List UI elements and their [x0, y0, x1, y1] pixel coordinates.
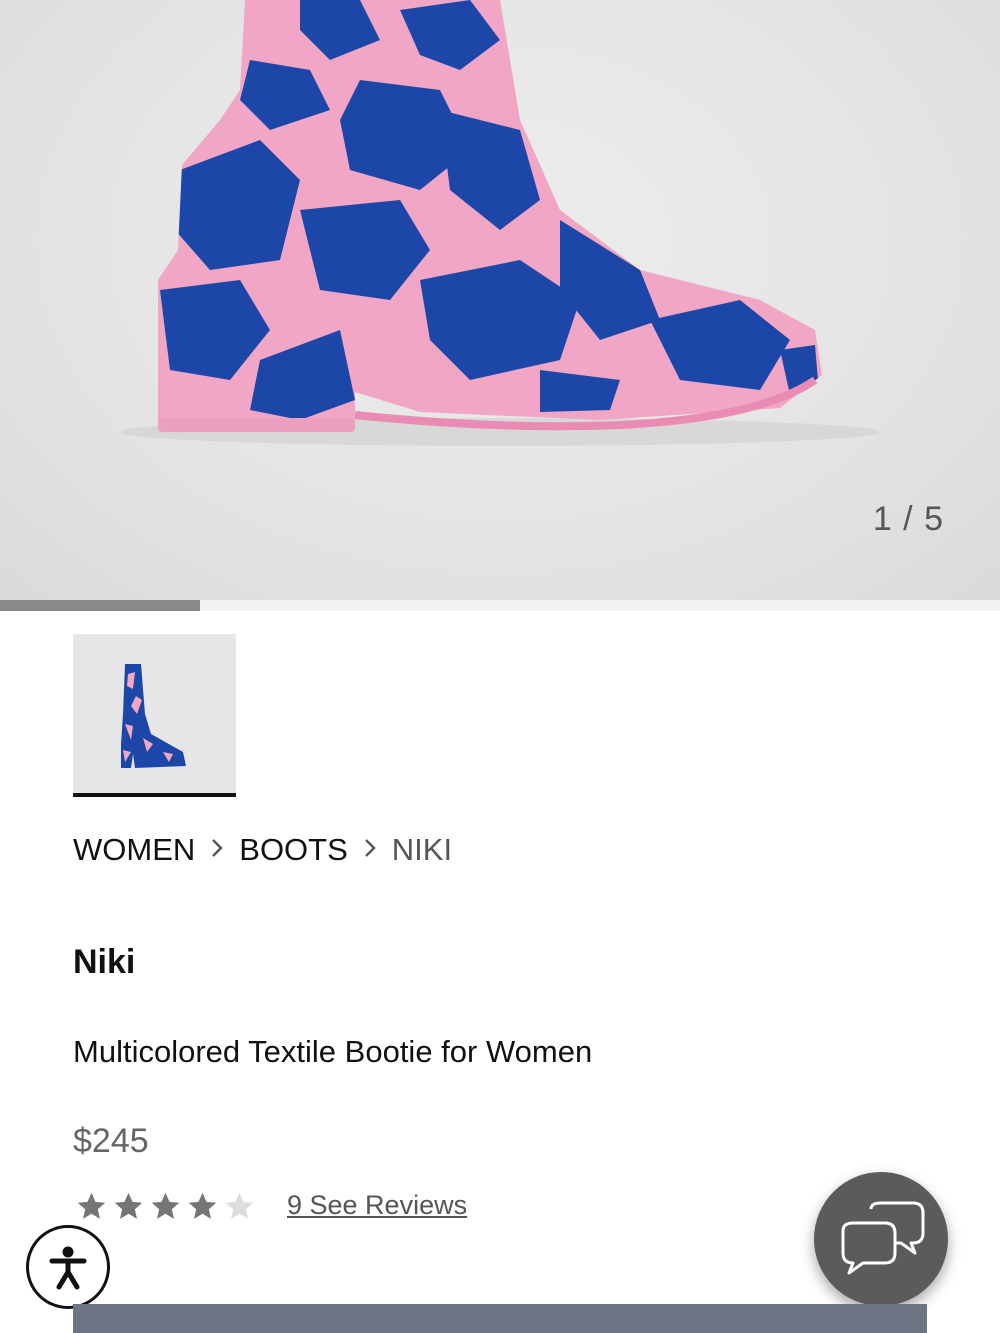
see-reviews-link[interactable]: 9 See Reviews	[287, 1190, 467, 1221]
rating-stars	[75, 1190, 256, 1223]
boot-image	[120, 0, 880, 446]
chevron-right-icon	[363, 835, 377, 866]
star-filled-icon	[151, 1192, 180, 1219]
star-filled-icon	[114, 1192, 143, 1219]
thumbnail-boot[interactable]	[73, 634, 236, 794]
chat-bubbles-icon	[841, 1201, 925, 1275]
breadcrumb-niki: NIKI	[391, 832, 453, 867]
chat-button[interactable]	[814, 1172, 948, 1306]
breadcrumb-women[interactable]: WOMEN	[73, 832, 195, 868]
product-price: $245	[73, 1122, 149, 1160]
star-filled-icon	[77, 1192, 106, 1219]
accessibility-icon	[49, 1246, 87, 1290]
breadcrumb-boots[interactable]: BOOTS	[239, 832, 348, 868]
thumbnail-selected-indicator	[73, 793, 236, 797]
breadcrumb: WOMEN BOOTS NIKI	[73, 832, 452, 868]
chevron-right-icon	[210, 835, 224, 866]
gallery-progress-bar	[0, 600, 1000, 611]
product-image-gallery[interactable]: 1 / 5	[0, 0, 1000, 600]
image-counter: 1 / 5	[872, 500, 944, 538]
star-empty-icon	[225, 1192, 254, 1219]
gallery-progress-fill	[0, 600, 200, 611]
boot-thumbnail-icon	[121, 664, 186, 768]
product-description: Multicolored Textile Bootie for Women	[73, 1034, 593, 1069]
add-to-bag-button[interactable]	[73, 1304, 927, 1333]
accessibility-button[interactable]	[26, 1225, 110, 1309]
star-filled-icon	[188, 1192, 217, 1219]
product-title: Niki	[73, 943, 136, 981]
